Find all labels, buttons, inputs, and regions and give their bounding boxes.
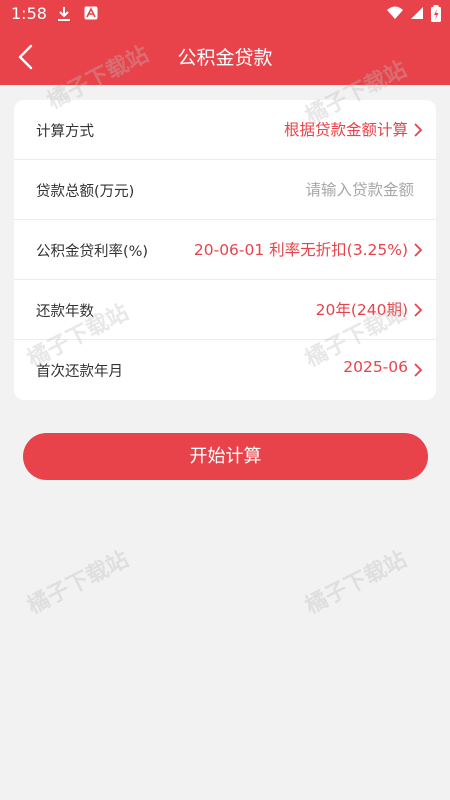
signal-icon [411,7,423,19]
interest-rate-row[interactable]: 公积金贷利率(%) 20-06-01 利率无折扣(3.25%) [14,220,436,280]
chevron-right-icon [414,123,423,137]
chevron-right-icon [414,363,423,377]
app-header: 1:58 公积金贷款 [0,0,450,85]
loan-amount-input[interactable]: 请输入贷款金额 [305,178,414,200]
repayment-years-value: 20年(240期) [315,301,408,319]
first-repayment-value: 2025-06 [343,358,408,376]
battery-charging-icon [431,5,441,22]
calc-method-label: 计算方式 [36,124,94,140]
app-notification-icon [84,6,98,20]
repayment-years-row[interactable]: 还款年数 20年(240期) [14,280,436,340]
first-repayment-label: 首次还款年月 [36,364,123,380]
calc-method-value: 根据贷款金额计算 [283,121,408,139]
start-calculation-button[interactable]: 开始计算 [23,433,428,480]
page-title: 公积金贷款 [177,47,273,69]
download-icon [58,7,70,21]
status-time: 1:58 [11,4,47,23]
calc-method-row[interactable]: 计算方式 根据贷款金额计算 [14,100,436,160]
first-repayment-row[interactable]: 首次还款年月 2025-06 [14,340,436,400]
nav-bar: 公积金贷款 [0,30,450,85]
loan-amount-row[interactable]: 贷款总额(万元) 请输入贷款金额 [14,160,436,220]
status-bar: 1:58 [0,0,450,30]
watermark: 橘子下载站 [301,547,411,620]
repayment-years-label: 还款年数 [36,304,94,320]
interest-rate-value: 20-06-01 利率无折扣(3.25%) [193,241,408,259]
chevron-right-icon [414,303,423,317]
chevron-right-icon [414,243,423,257]
loan-amount-label: 贷款总额(万元) [36,184,135,200]
watermark: 橘子下载站 [23,547,133,620]
interest-rate-label: 公积金贷利率(%) [36,244,149,260]
loan-form-card: 计算方式 根据贷款金额计算 贷款总额(万元) 请输入贷款金额 公积金贷利率(%)… [14,100,436,400]
wifi-icon [387,6,403,19]
